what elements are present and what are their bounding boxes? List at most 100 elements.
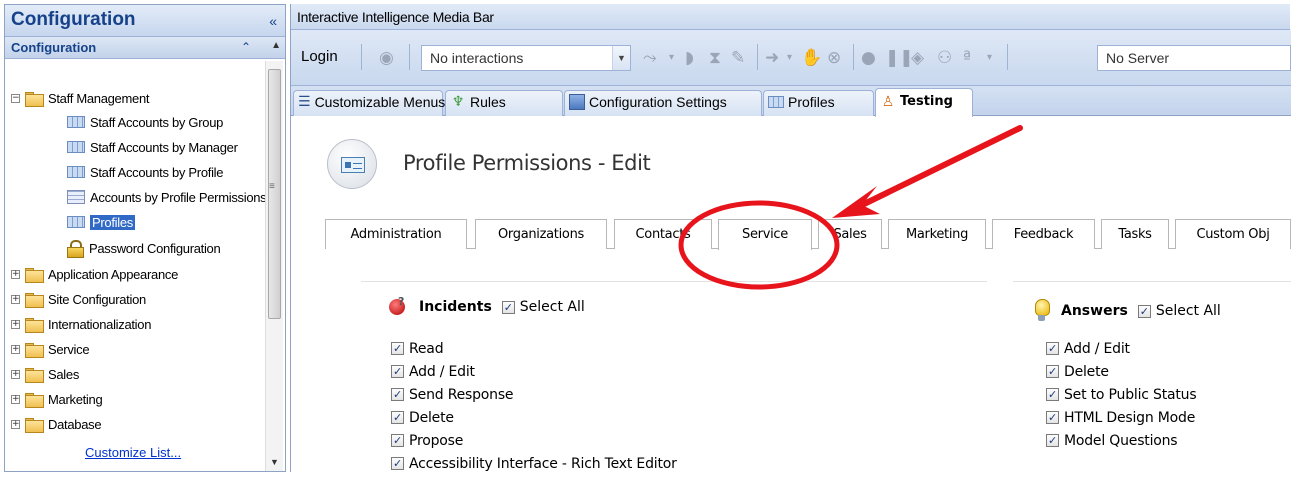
language-icon[interactable]: ª [963, 48, 971, 68]
tab-rules[interactable]: ♆ Rules [445, 90, 563, 116]
permission-label: Add / Edit [1064, 340, 1130, 357]
hourglass-icon[interactable]: ⧗ [709, 48, 721, 68]
permission-checkbox[interactable]: ✓ [1046, 342, 1059, 355]
tab-testing[interactable]: ♙ Testing [875, 88, 973, 117]
permission-checkbox[interactable]: ✓ [391, 342, 404, 355]
tree-item[interactable]: − Staff Management [11, 87, 150, 109]
customize-list-link[interactable]: Customize List... [85, 445, 181, 460]
answers-permission[interactable]: ✓ Add / Edit [1046, 337, 1196, 360]
tree-item[interactable]: + Internationalization [11, 313, 151, 335]
expand-node-icon[interactable]: + [11, 419, 20, 429]
permission-tab-tasks[interactable]: Tasks [1101, 219, 1169, 249]
tree-item[interactable]: + Service [11, 338, 90, 360]
expand-node-icon[interactable]: + [11, 344, 20, 354]
incidents-permission[interactable]: ✓ Accessibility Interface - Rich Text Edi… [391, 452, 677, 475]
incidents-select-all-label[interactable]: Select All [520, 299, 585, 315]
incidents-permission[interactable]: ✓ Delete [391, 406, 677, 429]
pickup-icon[interactable]: ✎ [731, 48, 745, 68]
chevron-down-icon[interactable]: ▾ [669, 52, 674, 63]
tree-item-label: Application Appearance [48, 266, 179, 282]
permission-tab-administration[interactable]: Administration [325, 219, 467, 249]
answers-select-all-label[interactable]: Select All [1156, 303, 1221, 319]
speech-bubble-icon[interactable]: ◗ [685, 48, 694, 68]
nav-section-header[interactable]: Configuration ⌃ ▲ [5, 37, 285, 59]
chevron-down-icon[interactable]: ▾ [987, 52, 992, 63]
permission-checkbox[interactable]: ✓ [391, 411, 404, 424]
answers-permission[interactable]: ✓ Set to Public Status [1046, 383, 1197, 406]
permission-tab-sales[interactable]: Sales [818, 219, 882, 249]
tab-configuration-settings[interactable]: Configuration Settings [564, 90, 762, 116]
permission-checkbox[interactable]: ✓ [391, 457, 404, 470]
tree-item[interactable]: Staff Accounts by Manager [67, 136, 238, 158]
chevron-down-icon[interactable]: ▼ [612, 46, 630, 70]
expand-node-icon[interactable]: + [11, 369, 20, 379]
mute-icon[interactable]: ◈ [911, 48, 924, 68]
tree-item[interactable]: Staff Accounts by Profile [67, 161, 223, 183]
answers-select-all-checkbox[interactable]: ✓ [1137, 304, 1151, 318]
incidents-permission[interactable]: ✓ Add / Edit [391, 360, 677, 383]
conference-icon[interactable]: ⚇ [937, 48, 952, 68]
permission-checkbox[interactable]: ✓ [391, 434, 404, 447]
forward-icon[interactable]: ➜ [765, 48, 779, 68]
chevron-down-icon[interactable]: ▾ [787, 52, 792, 63]
hold-icon[interactable]: ✋ [801, 48, 822, 68]
tree-item[interactable]: Password Configuration [67, 237, 221, 259]
permission-checkbox[interactable]: ✓ [1046, 388, 1059, 401]
lightbulb-icon [1033, 299, 1051, 323]
configuration-tree: − Staff Management Staff Accounts by Group… [5, 61, 267, 471]
interactions-dropdown[interactable]: No interactions ▼ [421, 45, 631, 71]
collapse-pane-icon[interactable]: « [269, 13, 277, 29]
profile-card-icon [327, 139, 377, 189]
tree-item[interactable]: Profiles [67, 211, 135, 233]
tree-item[interactable]: Accounts by Profile Permissions [67, 186, 267, 208]
permission-label: Accessibility Interface - Rich Text Edit… [409, 455, 677, 472]
permission-tab-feedback[interactable]: Feedback [992, 219, 1095, 249]
permission-checkbox[interactable]: ✓ [391, 365, 404, 378]
eye-icon[interactable]: ◉ [379, 48, 394, 68]
incidents-permission[interactable]: ✓ Send Response [391, 383, 677, 406]
login-button[interactable]: Login [301, 48, 338, 65]
expand-node-icon[interactable]: + [11, 319, 20, 329]
tree-item[interactable]: + Marketing [11, 388, 103, 410]
expand-node-icon[interactable]: + [11, 394, 20, 404]
incidents-permission[interactable]: ✓ Propose [391, 429, 677, 452]
nav-scrollbar[interactable]: ≡ ▼ [265, 61, 283, 471]
tree-item-label: Staff Accounts by Manager [90, 139, 238, 155]
tree-item[interactable]: + Sales [11, 363, 79, 385]
answers-permission[interactable]: ✓ HTML Design Mode [1046, 406, 1196, 429]
expand-node-icon[interactable]: + [11, 269, 20, 279]
incidents-permission[interactable]: ✓ Read [391, 337, 677, 360]
permission-checkbox[interactable]: ✓ [1046, 411, 1059, 424]
tree-item[interactable]: + Site Configuration [11, 288, 146, 310]
pause-icon[interactable]: ❚❚ [885, 48, 914, 68]
media-bar-title: Interactive Intelligence Media Bar [291, 4, 1290, 30]
collapse-node-icon[interactable]: − [11, 93, 20, 103]
tree-item[interactable]: Staff Accounts by Group [67, 111, 223, 133]
permission-checkbox[interactable]: ✓ [1046, 365, 1059, 378]
disconnect-icon[interactable]: ⊗ [827, 48, 841, 68]
permission-tab-contacts[interactable]: Contacts [614, 219, 712, 249]
transfer-icon[interactable]: ⤳ [643, 48, 657, 68]
answers-permission[interactable]: ✓ Delete [1046, 360, 1196, 383]
permission-checkbox[interactable]: ✓ [1046, 434, 1059, 447]
permission-tab-marketing[interactable]: Marketing [888, 219, 986, 249]
tree-item[interactable]: + Application Appearance [11, 263, 178, 285]
scrollbar-thumb[interactable] [268, 69, 281, 319]
permission-checkbox[interactable]: ✓ [391, 388, 404, 401]
record-icon[interactable]: ● [861, 48, 876, 68]
tab-customizable-menus[interactable]: ☰ Customizable Menus [293, 90, 445, 116]
answers-permission[interactable]: ✓ Model Questions [1046, 429, 1196, 452]
tree-item[interactable]: + Database [11, 413, 102, 435]
permission-tab-custom-obj[interactable]: Custom Obj [1175, 219, 1291, 249]
server-field[interactable]: No Server [1097, 45, 1291, 71]
permission-tab-service[interactable]: Service [718, 219, 812, 250]
nav-section-title: Configuration [11, 40, 97, 55]
tab-profiles[interactable]: Profiles [763, 90, 874, 116]
scroll-up-icon[interactable]: ▲ [271, 40, 281, 51]
report-icon [67, 141, 85, 153]
permission-tab-organizations[interactable]: Organizations [475, 219, 607, 249]
scroll-down-icon[interactable]: ▼ [270, 457, 279, 467]
collapse-section-icon[interactable]: ⌃ [241, 40, 251, 54]
expand-node-icon[interactable]: + [11, 294, 20, 304]
incidents-select-all-checkbox[interactable]: ✓ [501, 300, 515, 314]
